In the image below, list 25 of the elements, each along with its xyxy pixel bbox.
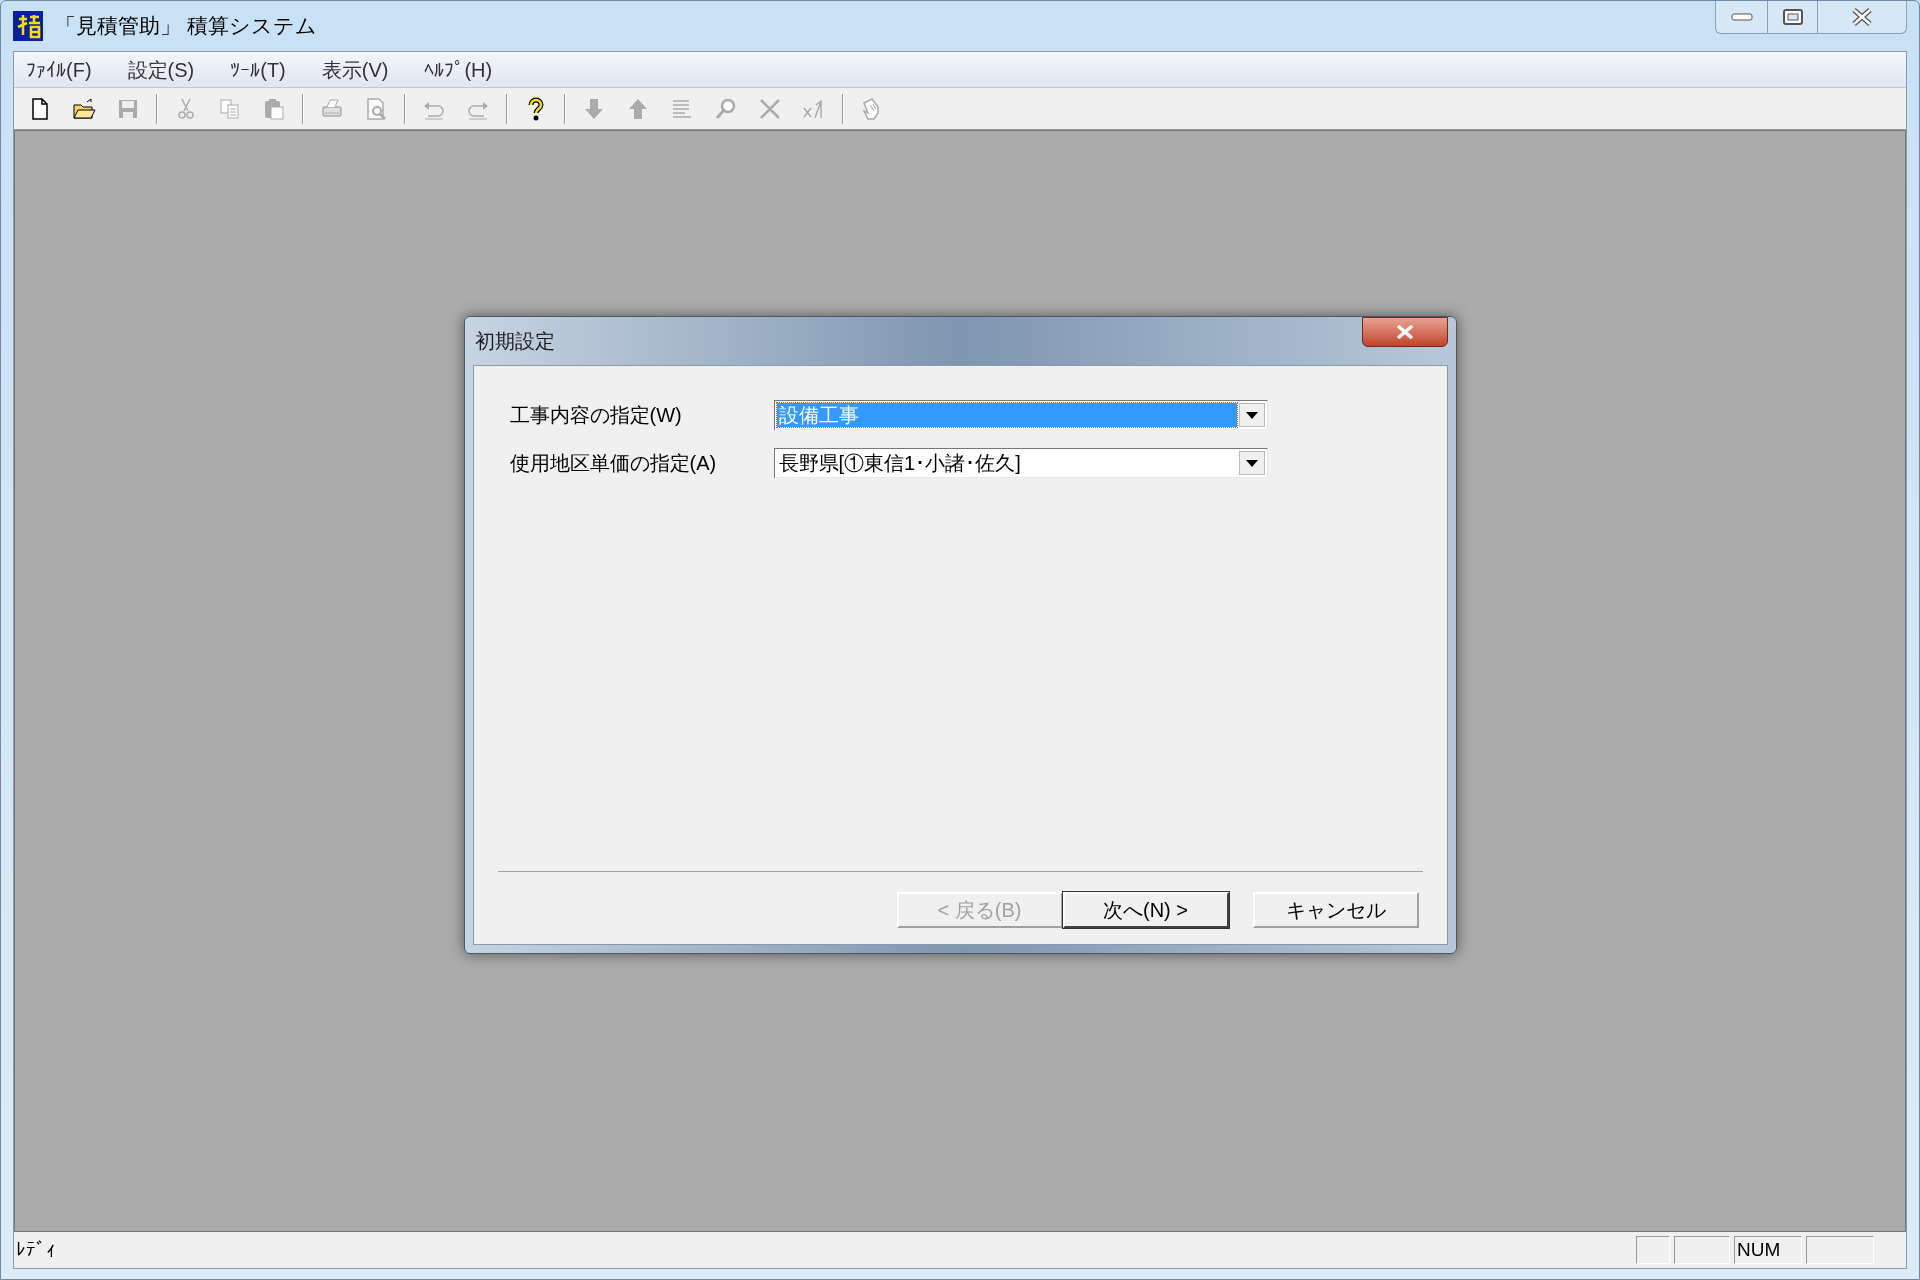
dialog-title: 初期設定 [474, 329, 555, 354]
menu-item[interactable]: 表示(V) [317, 54, 393, 85]
close-icon [1394, 325, 1415, 339]
minimize-icon [1730, 12, 1753, 22]
dropdown-field[interactable]: 長野県[①東信1･小諸･佐久] [773, 448, 1268, 478]
dropdown-arrow-icon [1245, 411, 1258, 419]
status-pane [1636, 1236, 1670, 1264]
dropdown-arrow-icon [1245, 459, 1258, 467]
dialog-button[interactable]: キャンセル [1252, 892, 1419, 928]
field-label: 使用地区単価の指定(A) [509, 451, 718, 476]
app-logo-icon [13, 11, 43, 41]
menu-item[interactable]: ﾌｧｲﾙ(F) [22, 54, 96, 85]
dialog-button[interactable]: 次へ(N) > [1062, 892, 1229, 928]
close-icon [1851, 8, 1873, 26]
field-label: 工事内容の指定(W) [509, 403, 683, 428]
window-title: 「見積管助」 積算システム [55, 13, 317, 40]
status-indicator: NUM [1734, 1236, 1802, 1264]
status-pane [1806, 1236, 1874, 1264]
menu-item[interactable]: ﾍﾙﾌﾟ(H) [420, 54, 497, 85]
menu-item[interactable]: 設定(S) [123, 54, 199, 85]
maximize-icon [1782, 9, 1803, 25]
menu-item[interactable]: ﾂｰﾙ(T) [226, 54, 290, 85]
status-pane [1674, 1236, 1730, 1264]
close-button[interactable] [1361, 317, 1448, 347]
status-text: ﾚﾃﾞｨ [16, 1237, 57, 1262]
